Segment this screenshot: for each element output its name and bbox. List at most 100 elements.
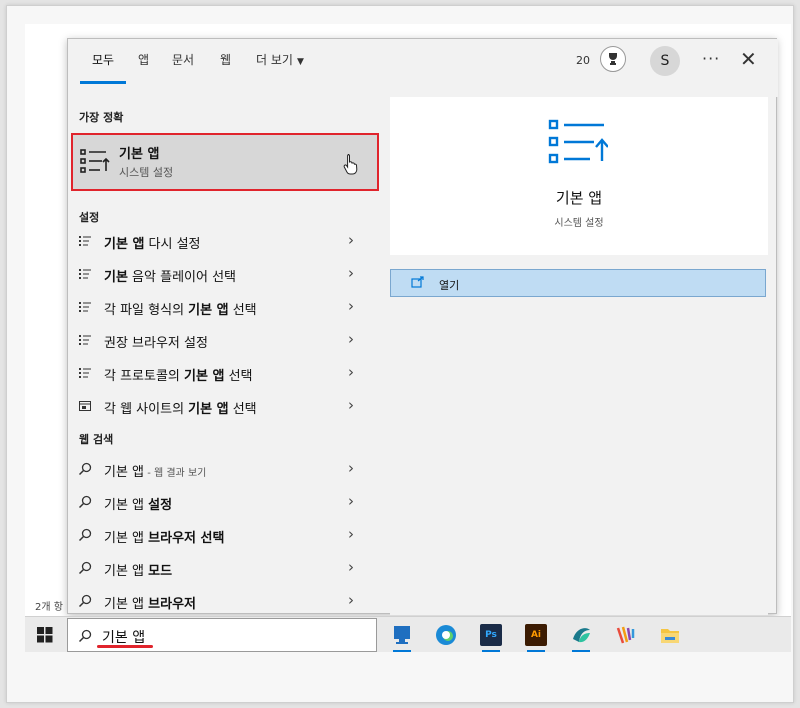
settings-item-label: 권장 브라우저 설정	[104, 332, 208, 351]
tab-all[interactable]: 모두	[79, 53, 127, 84]
query-underline	[97, 645, 153, 648]
web-item-label: 기본 앱 설정	[104, 494, 172, 513]
chevron-right-icon: ›	[348, 297, 354, 315]
tab-documents-label: 문서	[172, 53, 195, 67]
screen: 2개 항 모두 앱 문서 웹 더 보기 ▼ 20 S ··· ✕ 가장 정확 기…	[25, 24, 791, 652]
best-match-item[interactable]: 기본 앱 시스템 설정	[71, 133, 379, 191]
list-icon	[79, 302, 91, 312]
more-options-button[interactable]: ···	[702, 49, 720, 68]
list-icon	[79, 368, 91, 378]
tab-web-label: 웹	[220, 53, 232, 67]
tab-web[interactable]: 웹	[220, 53, 231, 83]
chevron-right-icon: ›	[348, 525, 354, 543]
label-pre: 각 프로토콜의	[104, 369, 185, 384]
chevron-right-icon: ›	[348, 264, 354, 282]
settings-item[interactable]: 각 프로토콜의 기본 앱 선택 ›	[68, 357, 384, 389]
tab-apps-label: 앱	[138, 53, 150, 67]
web-item[interactable]: 기본 앱 모드 ›	[68, 552, 384, 584]
window-icon	[79, 401, 91, 411]
chevron-right-icon: ›	[348, 363, 354, 381]
label-bold: 브라우저 선택	[148, 531, 225, 546]
tab-documents[interactable]: 문서	[172, 53, 194, 83]
label-rest: 다시 설정	[144, 237, 201, 252]
tab-bar: 모두 앱 문서 웹 더 보기 ▼ 20 S ··· ✕	[68, 39, 778, 97]
label-pre: 기본 앱	[104, 498, 149, 513]
web-item[interactable]: 기본 앱 - 웹 결과 보기 ›	[68, 453, 384, 485]
list-icon	[79, 236, 91, 246]
edge-browser-icon[interactable]	[435, 624, 457, 646]
settings-item-label: 각 프로토콜의 기본 앱 선택	[104, 365, 253, 384]
tab-all-label: 모두	[92, 53, 115, 67]
best-match-subtitle: 시스템 설정	[119, 166, 174, 179]
web-item[interactable]: 기본 앱 브라우저 선택 ›	[68, 519, 384, 551]
open-label: 열기	[439, 279, 460, 292]
desktop-app-icon[interactable]	[391, 624, 413, 652]
label-bold: 기본	[104, 270, 128, 285]
chevron-right-icon: ›	[348, 231, 354, 249]
chevron-right-icon: ›	[348, 492, 354, 510]
settings-item-label: 각 파일 형식의 기본 앱 선택	[104, 299, 257, 318]
tab-apps[interactable]: 앱	[138, 53, 149, 83]
label-bold: 기본 앱	[104, 237, 145, 252]
rewards-points: 20	[576, 54, 590, 67]
label-sub: - 웹 결과 보기	[144, 468, 207, 479]
trophy-icon[interactable]	[600, 46, 626, 72]
label-bold: 모드	[148, 564, 173, 579]
settings-item-label: 각 웹 사이트의 기본 앱 선택	[104, 398, 257, 417]
illustrator-icon[interactable]: Ai	[525, 624, 547, 652]
colorful-app-icon[interactable]	[615, 624, 637, 646]
label-bold: 설정	[148, 498, 173, 513]
side-note: 2개 항	[35, 602, 63, 613]
label-rest: 선택	[228, 303, 257, 318]
preview-card: 기본 앱 시스템 설정	[390, 97, 768, 255]
avatar[interactable]: S	[650, 46, 680, 76]
search-icon	[78, 561, 92, 575]
app-ribbon-icon[interactable]	[570, 624, 592, 652]
label-bold: 기본 앱	[188, 303, 229, 318]
search-icon	[78, 462, 92, 476]
settings-item[interactable]: 기본 앱 다시 설정 ›	[68, 225, 384, 257]
settings-heading: 설정	[79, 211, 100, 224]
open-button[interactable]: 열기	[390, 269, 766, 297]
label-pre: 기본 앱	[104, 597, 149, 612]
web-item[interactable]: 기본 앱 브라우저 ›	[68, 585, 384, 617]
label-pre: 기본 앱	[104, 564, 149, 579]
settings-item[interactable]: 각 파일 형식의 기본 앱 선택 ›	[68, 291, 384, 323]
search-icon	[78, 495, 92, 509]
default-apps-icon	[78, 145, 110, 181]
web-item[interactable]: 기본 앱 설정 ›	[68, 486, 384, 518]
label-bold: 기본 앱	[188, 402, 229, 417]
chevron-right-icon: ›	[348, 396, 354, 414]
search-icon	[78, 594, 92, 608]
settings-item[interactable]: 기본 음악 플레이어 선택 ›	[68, 258, 384, 290]
tab-more[interactable]: 더 보기 ▼	[256, 53, 304, 83]
best-match-heading: 가장 정확	[79, 111, 124, 124]
settings-item-label: 기본 음악 플레이어 선택	[104, 266, 236, 285]
chevron-right-icon: ›	[348, 591, 354, 609]
chevron-right-icon: ›	[348, 330, 354, 348]
label-pre: 각 웹 사이트의	[104, 402, 189, 417]
label-bold: 기본 앱	[184, 369, 225, 384]
label-pre: 각 파일 형식의	[104, 303, 189, 318]
file-explorer-icon[interactable]	[659, 624, 681, 646]
settings-item-label: 기본 앱 다시 설정	[104, 233, 201, 252]
web-item-label: 기본 앱 브라우저 선택	[104, 527, 224, 546]
search-panel: 모두 앱 문서 웹 더 보기 ▼ 20 S ··· ✕ 가장 정확 기본 앱 시…	[67, 38, 778, 615]
windows-start-icon[interactable]	[37, 627, 53, 647]
chevron-down-icon: ▼	[296, 57, 304, 67]
list-icon	[79, 269, 91, 279]
list-icon	[79, 335, 91, 345]
results-list: 가장 정확 기본 앱 시스템 설정 설정 기본 앱 다시 설정 › 기본 음악 …	[68, 97, 384, 615]
close-button[interactable]: ✕	[740, 47, 757, 71]
chevron-right-icon: ›	[348, 459, 354, 477]
preview-pane: 기본 앱 시스템 설정 열기	[390, 97, 768, 615]
default-apps-large-icon	[548, 117, 609, 173]
settings-item[interactable]: 각 웹 사이트의 기본 앱 선택 ›	[68, 390, 384, 422]
tab-more-label: 더 보기	[256, 53, 293, 67]
photoshop-icon[interactable]: Ps	[480, 624, 502, 652]
search-icon	[78, 629, 92, 643]
preview-subtitle: 시스템 설정	[554, 218, 604, 229]
label-pre: 권장 브라우저 설정	[104, 336, 208, 351]
label-pre: 기본 앱	[104, 531, 149, 546]
settings-item[interactable]: 권장 브라우저 설정 ›	[68, 324, 384, 356]
